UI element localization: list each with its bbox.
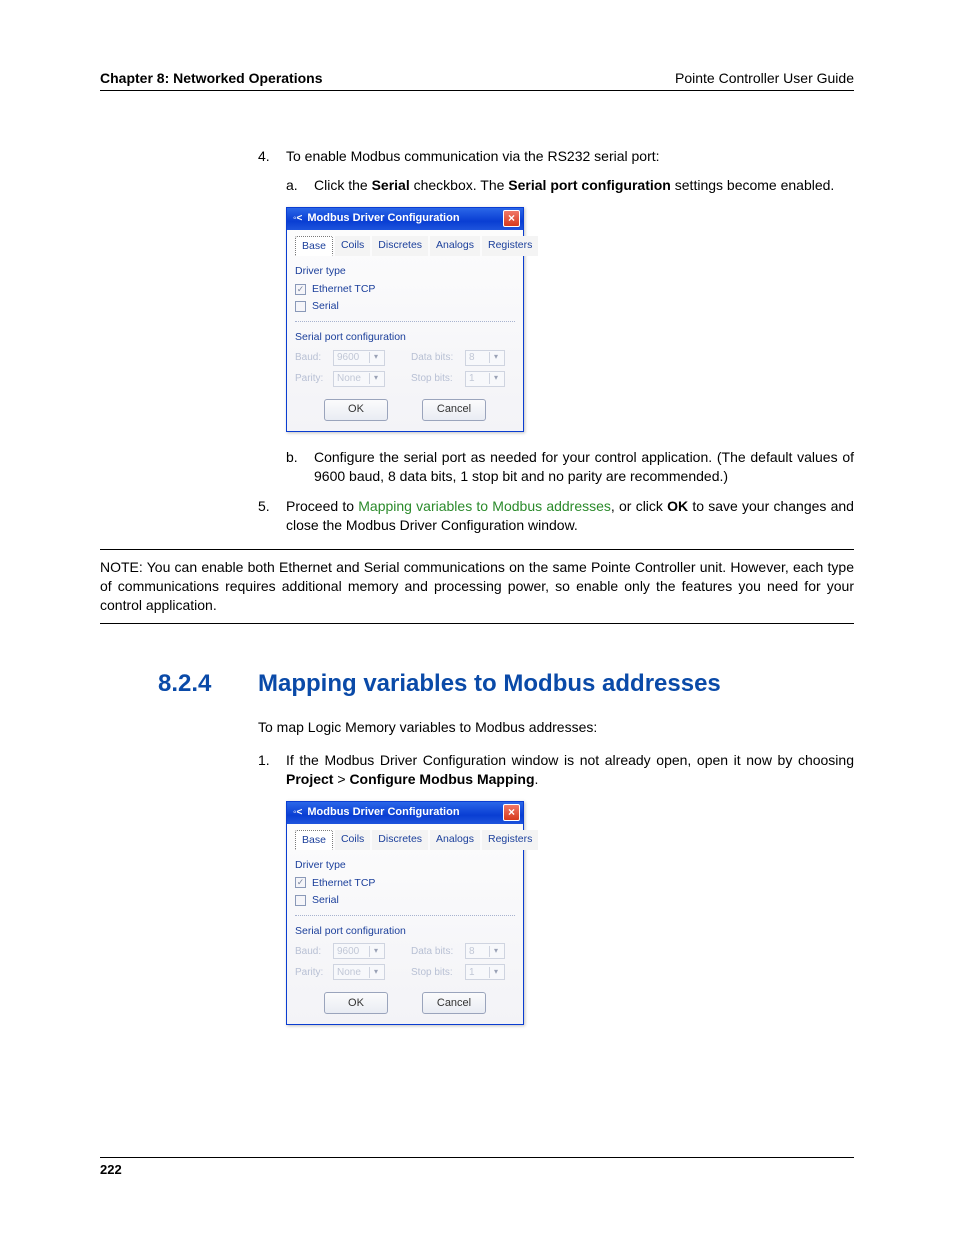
label-databits: Data bits: bbox=[411, 945, 459, 959]
checkbox-ethernet[interactable]: ✓ bbox=[295, 284, 306, 295]
step-text: To enable Modbus communication via the R… bbox=[286, 147, 854, 166]
group-driver-type: Driver type bbox=[295, 264, 515, 278]
substep-text: Configure the serial port as needed for … bbox=[314, 448, 854, 486]
step-4: 4. To enable Modbus communication via th… bbox=[258, 147, 854, 166]
select-stopbits[interactable]: 1▾ bbox=[465, 964, 505, 980]
substep-text: Click the Serial checkbox. The Serial po… bbox=[314, 176, 854, 195]
section-title: Mapping variables to Modbus addresses bbox=[258, 670, 721, 698]
cancel-button[interactable]: Cancel bbox=[422, 992, 486, 1014]
page-header: Chapter 8: Networked Operations Pointe C… bbox=[100, 70, 854, 91]
note-block: NOTE: You can enable both Ethernet and S… bbox=[100, 549, 854, 624]
ok-button[interactable]: OK bbox=[324, 399, 388, 421]
dialog-title: Modbus Driver Configuration bbox=[307, 211, 459, 226]
select-parity[interactable]: None▾ bbox=[333, 964, 385, 980]
tab-coils[interactable]: Coils bbox=[335, 830, 370, 850]
chevron-down-icon: ▾ bbox=[489, 373, 502, 384]
select-baud[interactable]: 9600▾ bbox=[333, 350, 385, 366]
header-guide: Pointe Controller User Guide bbox=[675, 70, 854, 86]
select-databits[interactable]: 8▾ bbox=[465, 943, 505, 959]
select-databits[interactable]: 8▾ bbox=[465, 350, 505, 366]
app-icon: ◦< bbox=[293, 806, 302, 820]
tab-discretes[interactable]: Discretes bbox=[372, 830, 428, 850]
cancel-button[interactable]: Cancel bbox=[422, 399, 486, 421]
select-baud[interactable]: 9600▾ bbox=[333, 943, 385, 959]
group-driver-type: Driver type bbox=[295, 858, 515, 872]
section-step-1: 1. If the Modbus Driver Configuration wi… bbox=[258, 751, 854, 789]
page-footer: 222 bbox=[100, 1157, 854, 1177]
checkbox-serial[interactable] bbox=[295, 895, 306, 906]
step-5: 5. Proceed to Mapping variables to Modbu… bbox=[258, 497, 854, 535]
page-number: 222 bbox=[100, 1162, 122, 1177]
close-icon[interactable]: × bbox=[503, 804, 520, 821]
chevron-down-icon: ▾ bbox=[369, 352, 382, 363]
header-chapter: Chapter 8: Networked Operations bbox=[100, 70, 323, 86]
step-num: 1. bbox=[258, 751, 286, 789]
step-text: Proceed to Mapping variables to Modbus a… bbox=[286, 497, 854, 535]
chevron-down-icon: ▾ bbox=[369, 946, 382, 957]
group-serial-config: Serial port configuration bbox=[295, 924, 515, 938]
step-4b: b. Configure the serial port as needed f… bbox=[286, 448, 854, 486]
substep-num: b. bbox=[286, 448, 314, 486]
step-num: 4. bbox=[258, 147, 286, 166]
tab-analogs[interactable]: Analogs bbox=[430, 236, 480, 256]
checkbox-serial-label: Serial bbox=[312, 299, 339, 313]
checkbox-ethernet-label: Ethernet TCP bbox=[312, 876, 375, 890]
substep-num: a. bbox=[286, 176, 314, 195]
step-4a: a. Click the Serial checkbox. The Serial… bbox=[286, 176, 854, 195]
checkbox-ethernet-label: Ethernet TCP bbox=[312, 282, 375, 296]
modbus-driver-configuration-dialog: ◦< Modbus Driver Configuration × Base Co… bbox=[286, 207, 524, 432]
tab-registers[interactable]: Registers bbox=[482, 830, 538, 850]
select-parity[interactable]: None▾ bbox=[333, 371, 385, 387]
section-intro: To map Logic Memory variables to Modbus … bbox=[258, 718, 854, 737]
label-stopbits: Stop bits: bbox=[411, 966, 459, 980]
checkbox-ethernet[interactable]: ✓ bbox=[295, 877, 306, 888]
chevron-down-icon: ▾ bbox=[369, 967, 382, 978]
close-icon[interactable]: × bbox=[503, 210, 520, 227]
chevron-down-icon: ▾ bbox=[489, 352, 502, 363]
label-parity: Parity: bbox=[295, 966, 327, 980]
step-num: 5. bbox=[258, 497, 286, 535]
dialog-titlebar[interactable]: ◦< Modbus Driver Configuration × bbox=[287, 802, 523, 824]
note-text: NOTE: You can enable both Ethernet and S… bbox=[100, 559, 854, 613]
step-text: If the Modbus Driver Configuration windo… bbox=[286, 751, 854, 789]
chevron-down-icon: ▾ bbox=[369, 373, 382, 384]
checkbox-serial[interactable] bbox=[295, 301, 306, 312]
tab-base[interactable]: Base bbox=[295, 830, 333, 850]
tab-registers[interactable]: Registers bbox=[482, 236, 538, 256]
chevron-down-icon: ▾ bbox=[489, 967, 502, 978]
select-stopbits[interactable]: 1▾ bbox=[465, 371, 505, 387]
tab-discretes[interactable]: Discretes bbox=[372, 236, 428, 256]
dialog-tabs: Base Coils Discretes Analogs Registers bbox=[295, 830, 515, 850]
label-stopbits: Stop bits: bbox=[411, 372, 459, 386]
app-icon: ◦< bbox=[293, 212, 302, 226]
tab-analogs[interactable]: Analogs bbox=[430, 830, 480, 850]
checkbox-serial-label: Serial bbox=[312, 893, 339, 907]
dialog-titlebar[interactable]: ◦< Modbus Driver Configuration × bbox=[287, 208, 523, 230]
dialog-title: Modbus Driver Configuration bbox=[307, 805, 459, 820]
label-databits: Data bits: bbox=[411, 351, 459, 365]
tab-coils[interactable]: Coils bbox=[335, 236, 370, 256]
tab-base[interactable]: Base bbox=[295, 236, 333, 256]
group-serial-config: Serial port configuration bbox=[295, 330, 515, 344]
section-number: 8.2.4 bbox=[100, 670, 258, 698]
label-baud: Baud: bbox=[295, 945, 327, 959]
modbus-driver-configuration-dialog: ◦< Modbus Driver Configuration × Base Co… bbox=[286, 801, 524, 1026]
label-parity: Parity: bbox=[295, 372, 327, 386]
ok-button[interactable]: OK bbox=[324, 992, 388, 1014]
chevron-down-icon: ▾ bbox=[489, 946, 502, 957]
section-heading: 8.2.4 Mapping variables to Modbus addres… bbox=[100, 670, 854, 698]
label-baud: Baud: bbox=[295, 351, 327, 365]
dialog-tabs: Base Coils Discretes Analogs Registers bbox=[295, 236, 515, 256]
link-mapping-variables[interactable]: Mapping variables to Modbus addresses bbox=[358, 498, 611, 514]
